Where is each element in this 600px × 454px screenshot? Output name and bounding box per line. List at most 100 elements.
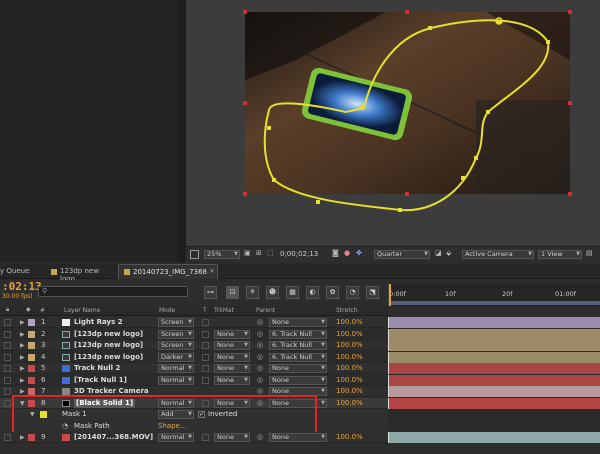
shy-layers-icon[interactable]: ☻ (266, 286, 279, 299)
trkmat-select[interactable]: None ▼ (214, 329, 250, 339)
stretch-value[interactable]: 100.0% (336, 433, 363, 442)
trkmat-select[interactable]: None ▼ (214, 433, 250, 442)
label-color-swatch[interactable] (28, 434, 35, 441)
layer-duration-bar[interactable] (388, 432, 600, 443)
preserve-transparency-checkbox[interactable] (202, 376, 209, 384)
trkmat-select[interactable]: None ▼ (214, 352, 250, 362)
stretch-value[interactable]: 100.0% (336, 318, 363, 327)
zoom-select[interactable]: 25% ▼ (204, 250, 240, 259)
magnifier-icon[interactable]: ▣ (244, 249, 251, 257)
current-time-indicator[interactable] (389, 284, 391, 306)
visibility-toggle[interactable] (4, 319, 11, 326)
parent-select[interactable]: 6. Track Null ▼ (269, 329, 327, 339)
preserve-transparency-checkbox[interactable] (202, 353, 209, 361)
layer-duration-bar[interactable] (388, 363, 600, 374)
layer-name-header[interactable]: Layer Name (64, 307, 100, 314)
pickwhip-icon[interactable]: ◎ (257, 364, 263, 373)
expand-arrow-icon[interactable]: ▶ (20, 433, 25, 442)
mode-select[interactable]: Screen ▼ (158, 341, 194, 350)
stretch-value[interactable]: 100.0% (336, 353, 363, 362)
visibility-toggle[interactable] (4, 342, 11, 349)
mode-select[interactable]: Screen ▼ (158, 329, 194, 339)
stretch-value[interactable]: 100.0% (336, 330, 363, 339)
pickwhip-icon[interactable]: ◎ (257, 433, 263, 442)
preserve-transparency-checkbox[interactable] (202, 365, 209, 372)
label-color-swatch[interactable] (28, 342, 35, 349)
layer-name[interactable]: [201407...368.MOV] (74, 433, 153, 442)
composition-frame[interactable] (186, 0, 600, 246)
grid-icon[interactable]: ⬚ (267, 249, 274, 257)
label-color-swatch[interactable] (28, 376, 35, 384)
layer-row[interactable]: ▶ 1 Light Rays 2 Screen ▼ ◎ None ▼ 100.0% (0, 317, 600, 328)
pickwhip-icon[interactable]: ◎ (257, 318, 263, 327)
visibility-toggle[interactable] (4, 376, 11, 384)
layer-duration-bar[interactable] (388, 374, 600, 386)
expand-arrow-icon[interactable]: ▶ (20, 318, 25, 327)
parent-select[interactable]: None ▼ (269, 318, 327, 327)
parent-select[interactable]: None ▼ (269, 375, 327, 385)
label-color-swatch[interactable] (28, 353, 35, 361)
label-color-swatch[interactable] (28, 330, 35, 338)
trkmat-select[interactable]: None ▼ (214, 364, 250, 373)
camera-snapshot-icon[interactable]: ◙ (332, 249, 339, 257)
pickwhip-icon[interactable]: ◎ (257, 330, 263, 339)
preserve-transparency-checkbox[interactable] (202, 319, 209, 326)
close-icon[interactable]: × (209, 267, 215, 275)
layer-row[interactable]: ▶ 6 [Track Null 1] Normal ▼ None ▼ ◎ None ▼ 100.0% (0, 374, 600, 386)
stretch-value[interactable]: 100.0% (336, 364, 363, 373)
expand-arrow-icon[interactable]: ▶ (20, 376, 25, 385)
stretch-value[interactable]: 100.0% (336, 387, 363, 396)
current-time-display[interactable]: :02:13 (2, 280, 42, 293)
parent-select[interactable]: None ▼ (269, 364, 327, 373)
timecode-display[interactable]: 0;00;02;13 (280, 250, 318, 258)
expand-arrow-icon[interactable]: ▶ (20, 353, 25, 362)
region-icon[interactable]: ⊞ (256, 249, 262, 257)
visibility-toggle[interactable] (4, 388, 11, 395)
layer-duration-bar[interactable] (388, 328, 600, 340)
visibility-toggle[interactable] (4, 399, 11, 407)
always-preview-icon[interactable] (190, 250, 199, 259)
layer-name[interactable]: [123dp new logo] (74, 353, 143, 362)
layer-name[interactable]: [123dp new logo] (74, 330, 143, 339)
parent-select[interactable]: None ▼ (269, 433, 327, 442)
layer-search-input[interactable]: ⚲ (38, 286, 188, 297)
pickwhip-icon[interactable]: ◎ (257, 376, 263, 385)
panel-divider[interactable] (178, 0, 186, 262)
pickwhip-icon[interactable]: ◎ (257, 353, 263, 362)
color-channel-icon[interactable]: ✤ (356, 249, 362, 257)
layer-duration-bar[interactable] (388, 351, 600, 363)
visibility-toggle[interactable] (4, 365, 11, 372)
show-snapshot-icon[interactable]: ● (344, 249, 350, 257)
layer-name[interactable]: [123dp new logo] (74, 341, 143, 350)
mode-select[interactable]: Normal ▼ (158, 375, 194, 385)
layer-name[interactable]: [Track Null 1] (74, 376, 127, 385)
trkmat-select[interactable]: None ▼ (214, 341, 250, 350)
live-update-icon[interactable]: ⊡ (226, 286, 239, 299)
mode-select[interactable]: Screen ▼ (158, 318, 194, 327)
layer-duration-bar[interactable] (388, 397, 600, 409)
brainstorm-icon[interactable]: ✿ (326, 286, 339, 299)
layer-name[interactable]: Track Null 2 (74, 364, 120, 373)
mode-select[interactable]: Normal ▼ (158, 364, 194, 373)
pickwhip-icon[interactable]: ◎ (257, 341, 263, 350)
transparency-icon[interactable]: ◪ (435, 249, 442, 257)
preserve-transparency-checkbox[interactable] (202, 330, 209, 338)
layer-duration-bar[interactable] (388, 340, 600, 351)
expand-arrow-icon[interactable]: ▶ (20, 364, 25, 373)
graph-editor-icon[interactable]: ⬔ (366, 286, 379, 299)
layer-row[interactable]: ▶ 2 [123dp new logo] Screen ▼ None ▼ ◎ 6. Track … (0, 328, 600, 340)
stopwatch-icon[interactable]: ◔ (346, 286, 359, 299)
parent-select[interactable]: 6. Track Null ▼ (269, 341, 327, 350)
motion-blur-icon[interactable]: ◐ (306, 286, 319, 299)
stretch-value[interactable]: 100.0% (336, 341, 363, 350)
view-layout-select[interactable]: 1 View ▼ (538, 250, 582, 259)
preserve-transparency-checkbox[interactable] (202, 434, 209, 441)
layer-duration-bar[interactable] (388, 386, 600, 397)
label-color-swatch[interactable] (28, 319, 35, 326)
visibility-toggle[interactable] (4, 330, 11, 338)
work-area-bar[interactable] (389, 301, 600, 305)
visibility-toggle[interactable] (4, 434, 11, 441)
draft-3d-icon[interactable]: ⚘ (246, 286, 259, 299)
label-color-swatch[interactable] (28, 365, 35, 372)
tab-123dp-new-logo[interactable]: 123dp new logo (46, 266, 114, 283)
